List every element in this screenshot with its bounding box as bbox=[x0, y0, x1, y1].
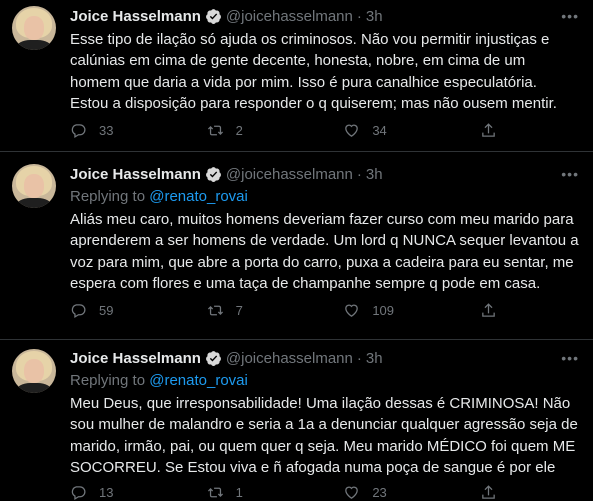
share-button[interactable] bbox=[480, 484, 500, 501]
separator-dot: · bbox=[356, 165, 362, 183]
tweet[interactable]: Joice Hasselmann @joicehasselmann · 3h •… bbox=[0, 0, 593, 152]
verified-badge-icon bbox=[205, 350, 221, 366]
tweet-content: Joice Hasselmann @joicehasselmann · 3h •… bbox=[70, 164, 579, 295]
verified-badge-icon bbox=[205, 8, 221, 24]
reply-button[interactable]: 13 bbox=[70, 484, 170, 501]
retweet-icon bbox=[207, 487, 223, 498]
like-button[interactable]: 109 bbox=[343, 302, 443, 319]
retweet-count: 2 bbox=[235, 123, 243, 138]
share-icon bbox=[482, 303, 495, 317]
reply-button[interactable]: 59 bbox=[70, 302, 170, 319]
like-icon bbox=[345, 486, 359, 499]
separator-dot: · bbox=[356, 7, 362, 25]
separator-dot: · bbox=[356, 349, 362, 367]
timestamp[interactable]: 3h bbox=[366, 350, 383, 367]
tweet-actions: 13 1 23 bbox=[70, 484, 500, 501]
reply-icon bbox=[71, 304, 86, 319]
replying-to: Replying to @renato_rovai bbox=[70, 371, 579, 390]
author-handle[interactable]: @joicehasselmann bbox=[226, 166, 353, 183]
verified-badge-icon bbox=[205, 166, 221, 182]
retweet-icon bbox=[207, 125, 223, 136]
like-count: 34 bbox=[372, 123, 387, 138]
tweet-content: Joice Hasselmann @joicehasselmann · 3h •… bbox=[70, 348, 579, 479]
retweet-icon bbox=[207, 305, 223, 316]
reply-count: 33 bbox=[99, 123, 114, 138]
tweet-feed: Joice Hasselmann @joicehasselmann · 3h •… bbox=[0, 0, 593, 501]
share-button[interactable] bbox=[480, 302, 500, 319]
reply-count: 13 bbox=[99, 485, 114, 500]
retweet-button[interactable]: 1 bbox=[207, 484, 307, 501]
timestamp[interactable]: 3h bbox=[366, 166, 383, 183]
like-button[interactable]: 23 bbox=[343, 484, 443, 501]
tweet-actions: 59 7 109 bbox=[70, 302, 500, 319]
reply-count: 59 bbox=[99, 303, 114, 318]
like-button[interactable]: 34 bbox=[343, 122, 443, 139]
tweet-header: Joice Hasselmann @joicehasselmann · 3h bbox=[70, 348, 579, 368]
author-name[interactable]: Joice Hasselmann bbox=[70, 350, 201, 367]
author-name[interactable]: Joice Hasselmann bbox=[70, 8, 201, 25]
share-button[interactable] bbox=[480, 122, 500, 139]
mention-link[interactable]: @renato_rovai bbox=[149, 372, 248, 389]
retweet-button[interactable]: 7 bbox=[207, 302, 307, 319]
author-handle[interactable]: @joicehasselmann bbox=[226, 8, 353, 25]
tweet-actions: 33 2 34 bbox=[70, 122, 500, 139]
reply-icon bbox=[71, 486, 86, 501]
more-icon[interactable]: ••• bbox=[561, 350, 579, 366]
like-icon bbox=[345, 304, 359, 317]
tweet-content: Joice Hasselmann @joicehasselmann · 3h •… bbox=[70, 6, 579, 115]
avatar[interactable] bbox=[12, 6, 56, 50]
tweet-header: Joice Hasselmann @joicehasselmann · 3h bbox=[70, 6, 579, 26]
tweet-text: Aliás meu caro, muitos homens deveriam f… bbox=[70, 211, 579, 293]
more-icon[interactable]: ••• bbox=[561, 166, 579, 182]
timestamp[interactable]: 3h bbox=[366, 8, 383, 25]
tweet-header: Joice Hasselmann @joicehasselmann · 3h bbox=[70, 164, 579, 184]
avatar[interactable] bbox=[12, 349, 56, 393]
like-count: 23 bbox=[372, 485, 387, 500]
avatar[interactable] bbox=[12, 164, 56, 208]
replying-to-label: Replying to bbox=[70, 188, 146, 205]
share-icon bbox=[482, 123, 495, 137]
tweet[interactable]: Joice Hasselmann @joicehasselmann · 3h •… bbox=[0, 152, 593, 340]
tweet-text: Esse tipo de ilação só ajuda os criminos… bbox=[70, 31, 557, 113]
author-name[interactable]: Joice Hasselmann bbox=[70, 166, 201, 183]
retweet-count: 1 bbox=[235, 485, 243, 500]
mention-link[interactable]: @renato_rovai bbox=[149, 188, 248, 205]
reply-button[interactable]: 33 bbox=[70, 122, 170, 139]
replying-to-label: Replying to bbox=[70, 372, 146, 389]
author-handle[interactable]: @joicehasselmann bbox=[226, 350, 353, 367]
tweet[interactable]: Joice Hasselmann @joicehasselmann · 3h •… bbox=[0, 340, 593, 501]
tweet-text: Meu Deus, que irresponsabilidade! Uma il… bbox=[70, 395, 578, 477]
retweet-count: 7 bbox=[235, 303, 243, 318]
retweet-button[interactable]: 2 bbox=[207, 122, 307, 139]
like-icon bbox=[345, 124, 359, 137]
replying-to: Replying to @renato_rovai bbox=[70, 187, 579, 206]
reply-icon bbox=[71, 124, 86, 139]
more-icon[interactable]: ••• bbox=[561, 8, 579, 24]
share-icon bbox=[482, 485, 495, 499]
like-count: 109 bbox=[372, 303, 395, 318]
